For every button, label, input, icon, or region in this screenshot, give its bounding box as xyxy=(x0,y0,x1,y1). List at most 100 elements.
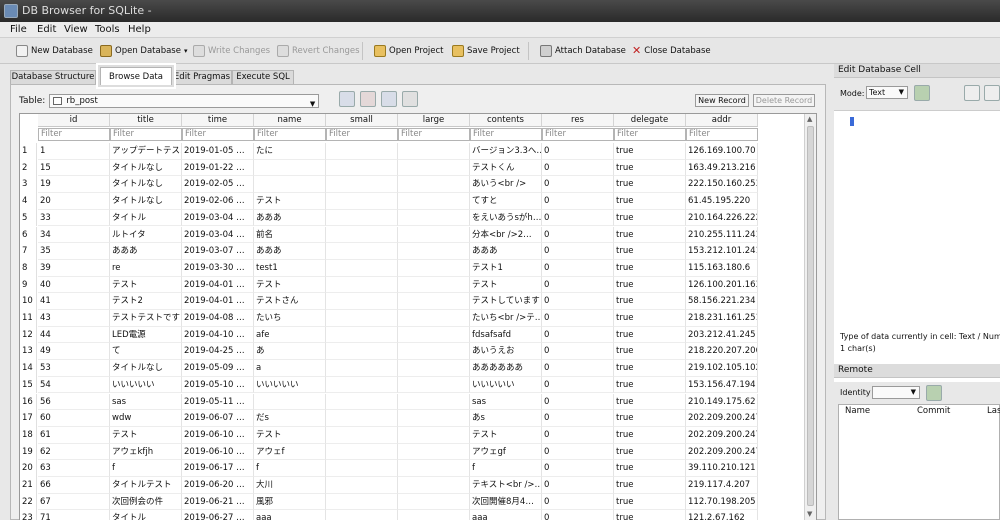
table-cell-large[interactable] xyxy=(398,360,470,377)
tab-execute-sql[interactable]: Execute SQL xyxy=(232,70,294,84)
table-cell-title[interactable]: アップデートテス… xyxy=(110,143,182,160)
table-cell-contents[interactable]: aaa xyxy=(470,510,542,520)
table-cell-name[interactable]: アウェf xyxy=(254,443,326,461)
table-cell-small[interactable] xyxy=(326,426,398,444)
table-cell-large[interactable] xyxy=(398,376,470,394)
table-cell-small[interactable] xyxy=(326,276,398,294)
table-cell-title[interactable]: f xyxy=(110,460,182,477)
table-cell-contents[interactable]: f xyxy=(470,460,542,477)
table-cell-contents[interactable]: 分本<br />2… xyxy=(470,226,542,244)
table-cell-id[interactable]: 60 xyxy=(38,410,110,427)
table-cell-title[interactable]: タイトルなし xyxy=(110,193,182,210)
table-cell-large[interactable] xyxy=(398,293,470,310)
save-table-icon[interactable] xyxy=(381,91,397,107)
row-number[interactable]: 18 xyxy=(20,426,37,444)
table-cell-id[interactable]: 20 xyxy=(38,193,110,210)
table-cell-title[interactable]: て xyxy=(110,343,182,361)
table-cell-id[interactable]: 71 xyxy=(38,510,110,520)
table-cell-small[interactable] xyxy=(326,393,398,411)
table-cell-res[interactable]: 0 xyxy=(542,326,614,344)
table-cell-contents[interactable]: テストくん xyxy=(470,159,542,177)
table-cell-title[interactable]: テスト xyxy=(110,426,182,444)
table-cell-id[interactable]: 41 xyxy=(38,293,110,310)
table-cell-large[interactable] xyxy=(398,326,470,344)
table-cell-large[interactable] xyxy=(398,176,470,194)
table-cell-id[interactable]: 39 xyxy=(38,259,110,277)
table-cell-delegate[interactable]: true xyxy=(614,426,686,444)
table-cell-res[interactable]: 0 xyxy=(542,360,614,377)
table-cell-res[interactable]: 0 xyxy=(542,176,614,194)
row-number[interactable]: 22 xyxy=(20,493,37,511)
table-cell-title[interactable]: タイトル xyxy=(110,209,182,227)
table-cell-id[interactable]: 66 xyxy=(38,477,110,494)
clear-filters-icon[interactable] xyxy=(360,91,376,107)
table-cell-id[interactable]: 63 xyxy=(38,460,110,477)
table-cell-addr[interactable]: 219.102.105.102 xyxy=(686,360,758,377)
table-cell-addr[interactable]: 58.156.221.234 xyxy=(686,293,758,310)
tab-edit-pragmas[interactable]: Edit Pragmas xyxy=(172,70,232,84)
table-cell-addr[interactable]: 112.70.198.205 xyxy=(686,493,758,511)
table-cell-res[interactable]: 0 xyxy=(542,510,614,520)
table-cell-time[interactable]: 2019-04-01 … xyxy=(182,276,254,294)
table-cell-contents[interactable]: あああ xyxy=(470,243,542,260)
table-cell-delegate[interactable]: true xyxy=(614,193,686,210)
table-cell-res[interactable]: 0 xyxy=(542,276,614,294)
table-cell-addr[interactable]: 222.150.160.253 xyxy=(686,176,758,194)
table-cell-addr[interactable]: 203.212.41.245 xyxy=(686,326,758,344)
table-cell-id[interactable]: 1 xyxy=(38,143,110,160)
table-cell-time[interactable]: 2019-06-10 … xyxy=(182,443,254,461)
filter-input-res[interactable]: Filter xyxy=(542,128,614,141)
table-cell-small[interactable] xyxy=(326,293,398,310)
table-cell-contents[interactable]: てすと xyxy=(470,193,542,210)
row-number[interactable]: 14 xyxy=(20,360,37,377)
vertical-scrollbar[interactable]: ▲ ▼ xyxy=(804,114,816,520)
column-header-contents[interactable]: contents xyxy=(470,114,542,127)
table-cell-time[interactable]: 2019-01-05 … xyxy=(182,143,254,160)
column-header-addr[interactable]: addr xyxy=(686,114,758,127)
row-number[interactable]: 6 xyxy=(20,226,37,244)
remote-settings-icon[interactable] xyxy=(926,385,942,401)
table-cell-title[interactable]: LED電源 xyxy=(110,326,182,344)
table-cell-res[interactable]: 0 xyxy=(542,393,614,411)
open-project-button[interactable]: Open Project xyxy=(374,43,444,59)
table-cell-time[interactable]: 2019-04-10 … xyxy=(182,326,254,344)
table-cell-addr[interactable]: 39.110.210.121 xyxy=(686,460,758,477)
row-number[interactable]: 2 xyxy=(20,159,37,177)
table-cell-time[interactable]: 2019-05-09 … xyxy=(182,360,254,377)
data-grid[interactable]: ▲ ▼ id Filter title Filter time Filter name Fil… xyxy=(19,113,817,520)
refresh-icon[interactable] xyxy=(339,91,355,107)
table-cell-id[interactable]: 53 xyxy=(38,360,110,377)
table-cell-id[interactable]: 44 xyxy=(38,326,110,344)
table-cell-res[interactable]: 0 xyxy=(542,493,614,511)
table-cell-small[interactable] xyxy=(326,326,398,344)
table-cell-large[interactable] xyxy=(398,410,470,427)
table-cell-id[interactable]: 43 xyxy=(38,310,110,327)
filter-input-title[interactable]: Filter xyxy=(110,128,182,141)
table-cell-small[interactable] xyxy=(326,343,398,361)
table-cell-time[interactable]: 2019-03-04 … xyxy=(182,226,254,244)
table-cell-id[interactable]: 35 xyxy=(38,243,110,260)
print-icon[interactable] xyxy=(402,91,418,107)
table-cell-delegate[interactable]: true xyxy=(614,443,686,461)
table-cell-small[interactable] xyxy=(326,360,398,377)
write-changes-button[interactable]: Write Changes xyxy=(193,43,270,59)
table-cell-time[interactable]: 2019-01-22 … xyxy=(182,159,254,177)
table-cell-delegate[interactable]: true xyxy=(614,493,686,511)
table-cell-small[interactable] xyxy=(326,193,398,210)
table-cell-addr[interactable]: 153.156.47.194 xyxy=(686,376,758,394)
revert-changes-button[interactable]: Revert Changes xyxy=(277,43,360,59)
table-cell-time[interactable]: 2019-04-01 … xyxy=(182,293,254,310)
table-cell-time[interactable]: 2019-06-20 … xyxy=(182,477,254,494)
table-cell-time[interactable]: 2019-06-27 … xyxy=(182,510,254,520)
table-cell-addr[interactable]: 153.212.101.241 xyxy=(686,243,758,260)
table-cell-id[interactable]: 61 xyxy=(38,426,110,444)
table-cell-res[interactable]: 0 xyxy=(542,460,614,477)
mode-select[interactable]: Text ▼ xyxy=(866,86,908,99)
table-cell-large[interactable] xyxy=(398,226,470,244)
table-cell-large[interactable] xyxy=(398,393,470,411)
table-cell-name[interactable] xyxy=(254,393,326,411)
table-cell-contents[interactable]: テストしています xyxy=(470,293,542,310)
table-cell-res[interactable]: 0 xyxy=(542,209,614,227)
table-cell-large[interactable] xyxy=(398,193,470,210)
table-cell-title[interactable]: タイトルテスト xyxy=(110,477,182,494)
